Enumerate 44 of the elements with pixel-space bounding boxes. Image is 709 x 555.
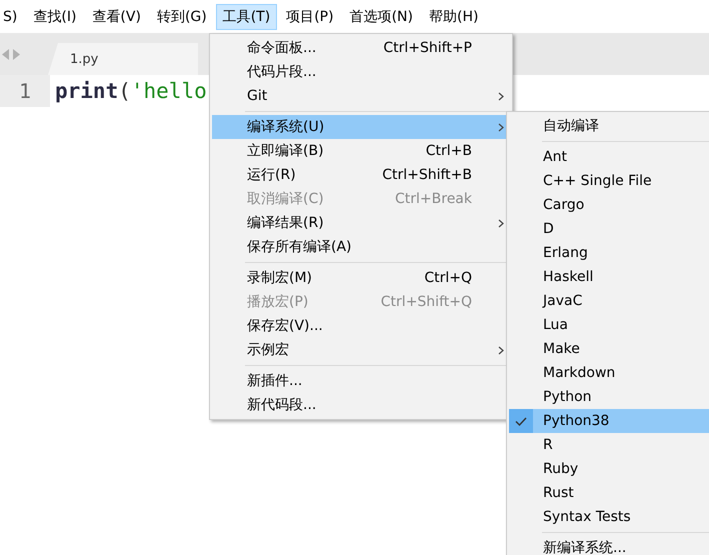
menu-item[interactable]: 自动编译 [509, 114, 709, 138]
menu-item[interactable]: D [509, 217, 709, 241]
file-tab[interactable]: 1.py [48, 43, 198, 75]
back-arrow-icon[interactable] [2, 48, 9, 60]
menu-item[interactable]: Lua [509, 313, 709, 337]
menu-item[interactable]: Ruby [509, 457, 709, 481]
menu-item[interactable]: 保存所有编译(A) [212, 235, 510, 259]
menu-item[interactable]: R [509, 433, 709, 457]
line-number: 1 [0, 75, 50, 107]
menu-item[interactable]: Python38 [509, 409, 709, 433]
menu-bar-item[interactable]: 首选项(N) [342, 4, 420, 30]
menu-item[interactable]: 新编译系统... [509, 536, 709, 555]
menu-item[interactable]: Git [212, 84, 510, 108]
menu-item[interactable]: 立即编译(B) Ctrl+B [212, 139, 510, 163]
code-line: print('hello [54, 79, 207, 103]
forward-arrow-icon[interactable] [13, 48, 20, 60]
menu-item[interactable]: Ant [509, 145, 709, 169]
menu-item[interactable]: 录制宏(M) Ctrl+Q [212, 266, 510, 290]
menu-item[interactable]: Syntax Tests [509, 505, 709, 529]
menu-bar-item[interactable]: 查找(I) [26, 4, 84, 30]
menu-item[interactable]: 新代码段... [212, 393, 510, 417]
menu-item[interactable]: Make [509, 337, 709, 361]
menu-item[interactable]: 示例宏 [212, 338, 510, 362]
menu-item[interactable]: 新插件... [212, 369, 510, 393]
menu-item[interactable]: C++ Single File [509, 169, 709, 193]
menu-item[interactable]: 编译结果(R) [212, 211, 510, 235]
menu-bar-item[interactable]: S) [0, 4, 24, 28]
menu-bar-item[interactable]: 转到(G) [150, 4, 214, 30]
menu-bar-item[interactable]: 帮助(H) [422, 4, 486, 30]
menu-bar-item[interactable]: 查看(V) [85, 4, 148, 30]
menu-item[interactable]: 运行(R) Ctrl+Shift+B [212, 163, 510, 187]
menu-item[interactable]: 命令面板... Ctrl+Shift+P [212, 36, 510, 60]
menu-bar-item[interactable]: 项目(P) [279, 4, 341, 30]
menu-item[interactable]: Erlang [509, 241, 709, 265]
menu-bar-item[interactable]: 工具(T) [216, 4, 278, 30]
menu-item[interactable]: Rust [509, 481, 709, 505]
menu-item[interactable]: Markdown [509, 361, 709, 385]
menu-item[interactable]: Python [509, 385, 709, 409]
menu-item[interactable]: Haskell [509, 265, 709, 289]
menu-item[interactable]: 保存宏(V)... [212, 314, 510, 338]
menu-item[interactable]: Cargo [509, 193, 709, 217]
menu-item[interactable]: JavaC [509, 289, 709, 313]
checkmark-icon [515, 416, 527, 426]
menu-item[interactable]: 代码片段... [212, 60, 510, 84]
